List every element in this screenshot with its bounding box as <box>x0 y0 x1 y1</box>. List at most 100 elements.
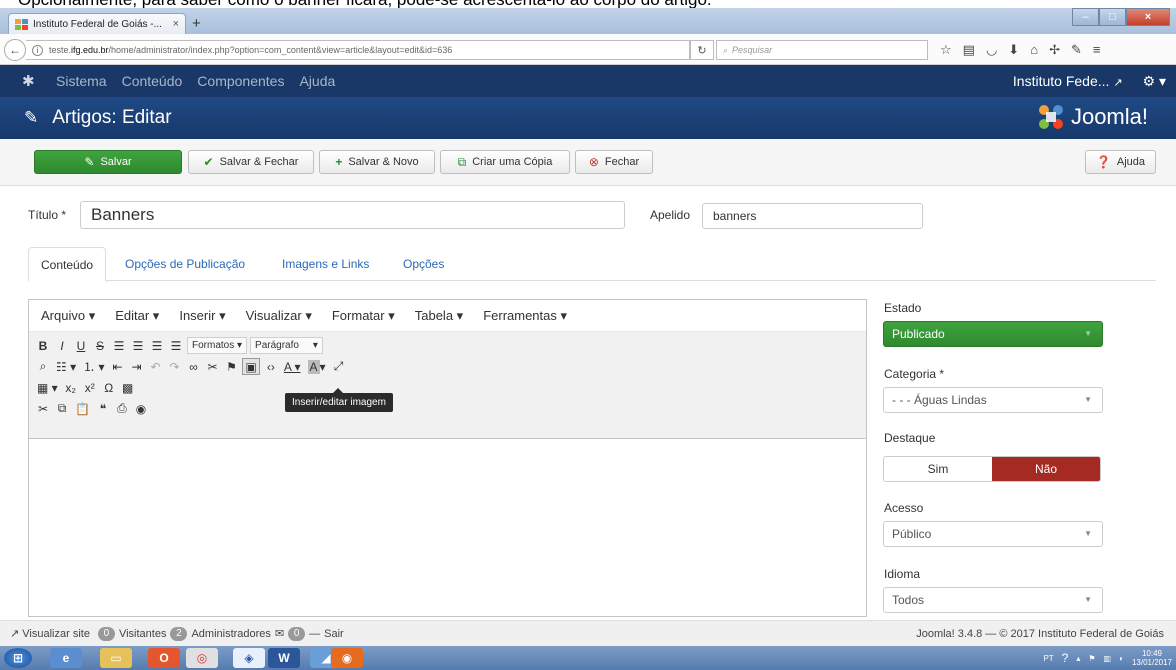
close-tab-icon[interactable]: × <box>173 18 179 30</box>
print-icon[interactable]: ⎙ <box>114 400 130 417</box>
editor-menu-editar[interactable]: Editar ▾ <box>115 308 159 324</box>
reading-list-icon[interactable]: ▤ <box>963 42 975 58</box>
browser-search-input[interactable]: ⌕ Pesquisar <box>716 40 928 60</box>
tab-conteudo[interactable]: Conteúdo <box>28 247 107 282</box>
align-right-icon[interactable]: ☰ <box>149 337 165 354</box>
address-bar[interactable]: i teste. ifg.edu.br/home/administrator/in… <box>26 40 690 60</box>
fullscreen-icon[interactable]: ⤢ <box>331 358 347 375</box>
joomla-menu-logo-icon[interactable]: ✱ <box>22 72 38 90</box>
home-icon[interactable]: ⌂ <box>1030 42 1038 58</box>
browser-tab[interactable]: Instituto Federal de Goiás -... × <box>8 13 186 34</box>
save-new-button[interactable]: + Salvar & Novo <box>319 150 435 174</box>
explorer-icon[interactable]: ▭ <box>100 648 132 668</box>
anchor-icon[interactable]: ⚑ <box>223 358 239 375</box>
language-select[interactable]: Todos ▼ <box>883 587 1103 613</box>
new-tab-button[interactable]: + <box>192 16 201 31</box>
logout-link[interactable]: Sair <box>324 628 344 640</box>
help-button[interactable]: ❓ Ajuda <box>1085 150 1156 174</box>
text-color-icon[interactable]: A ▾ <box>282 358 303 375</box>
editor-content-area[interactable] <box>29 439 866 615</box>
firefox-icon[interactable]: ◉ <box>331 648 363 668</box>
preview-icon[interactable]: ◉ <box>133 400 149 417</box>
code-icon[interactable]: ‹› <box>263 358 279 375</box>
status-select[interactable]: Publicado ▼ <box>883 321 1103 347</box>
language-indicator[interactable]: PT <box>1043 654 1053 663</box>
numbered-list-icon[interactable]: ⒈ ▾ <box>81 358 106 375</box>
bold-icon[interactable]: B <box>35 337 51 354</box>
tab-opcoes[interactable]: Opções <box>391 247 456 281</box>
featured-no-button[interactable]: Não <box>992 457 1100 481</box>
menu-item-ajuda[interactable]: Ajuda <box>299 73 335 89</box>
align-center-icon[interactable]: ☰ <box>130 337 146 354</box>
tab-imagens-links[interactable]: Imagens e Links <box>270 247 381 281</box>
editor-menu-formatar[interactable]: Formatar ▾ <box>332 308 395 324</box>
user-gear-icon[interactable]: ⚙ ▾ <box>1143 73 1166 90</box>
table-icon[interactable]: ▦ ▾ <box>35 379 60 396</box>
alias-input[interactable]: banners <box>702 203 923 229</box>
formats-dropdown[interactable]: Formatos ▾ <box>187 337 248 354</box>
access-select[interactable]: Público ▼ <box>883 521 1103 547</box>
volume-icon[interactable]: ◐ <box>1119 654 1124 663</box>
word-icon[interactable]: W <box>268 648 300 668</box>
tab-opcoes-publicacao[interactable]: Opções de Publicação <box>113 247 257 281</box>
pocket-icon[interactable]: ◡ <box>986 42 997 58</box>
strikethrough-icon[interactable]: S <box>92 337 108 354</box>
tray-arrow-icon[interactable]: ▴ <box>1076 654 1080 663</box>
back-button[interactable]: ← <box>4 39 26 61</box>
reload-button[interactable]: ↻ <box>690 40 714 60</box>
copy-doc-icon[interactable]: ⧉ <box>54 400 70 417</box>
superscript-icon[interactable]: x² <box>82 379 98 396</box>
title-input[interactable]: Banners <box>80 201 625 229</box>
office-icon[interactable]: O <box>148 648 180 668</box>
network-app-icon[interactable]: ◈ <box>233 648 265 668</box>
editor-menu-ferramentas[interactable]: Ferramentas ▾ <box>483 308 567 324</box>
paragraph-dropdown[interactable]: Parágrafo ▾ <box>250 337 323 354</box>
featured-yes-button[interactable]: Sim <box>884 457 992 481</box>
link-icon[interactable]: ∞ <box>185 358 201 375</box>
image-icon[interactable]: ▣ <box>242 358 260 375</box>
view-site-link[interactable]: ↗ Visualizar site <box>10 627 90 640</box>
menu-item-sistema[interactable]: Sistema <box>56 73 107 89</box>
minimize-button[interactable]: – <box>1072 8 1099 26</box>
undo-icon[interactable]: ↶ <box>147 358 163 375</box>
clock[interactable]: 10:49 13/01/2017 <box>1132 649 1172 667</box>
cut-icon[interactable]: ✂ <box>35 400 51 417</box>
find-replace-icon[interactable]: ⌕ <box>35 358 51 375</box>
editor-menu-arquivo[interactable]: Arquivo ▾ <box>41 308 95 324</box>
save-close-button[interactable]: ✔ Salvar & Fechar <box>188 150 314 174</box>
menu-item-conteudo[interactable]: Conteúdo <box>122 73 183 89</box>
editor-menu-inserir[interactable]: Inserir ▾ <box>179 308 225 324</box>
italic-icon[interactable]: I <box>54 337 70 354</box>
align-justify-icon[interactable]: ☰ <box>168 337 184 354</box>
category-select[interactable]: - - - Águas Lindas ▼ <box>883 387 1103 413</box>
tools-icon[interactable]: ✎ <box>1071 42 1082 58</box>
site-link[interactable]: Instituto Fede... ↗ <box>1013 73 1123 89</box>
media-icon[interactable]: ▩ <box>120 379 136 396</box>
window-close-button[interactable]: × <box>1126 8 1170 26</box>
help-tray-icon[interactable]: ? <box>1062 651 1069 665</box>
extension-icon[interactable]: ✢ <box>1049 42 1060 58</box>
background-color-icon[interactable]: A ▾ <box>306 358 328 375</box>
editor-menu-visualizar[interactable]: Visualizar ▾ <box>246 308 312 324</box>
flag-icon[interactable]: ⚑ <box>1088 654 1095 663</box>
unlink-icon[interactable]: ✂ <box>204 358 220 375</box>
subscript-icon[interactable]: x₂ <box>63 379 79 396</box>
redo-icon[interactable]: ↷ <box>166 358 182 375</box>
ie-icon[interactable]: e <box>50 648 82 668</box>
editor-menu-tabela[interactable]: Tabela ▾ <box>415 308 463 324</box>
close-button[interactable]: ⊗ Fechar <box>575 150 653 174</box>
start-button[interactable]: ⊞ <box>4 648 32 668</box>
envelope-icon[interactable]: ✉ <box>275 627 284 640</box>
paste-icon[interactable]: 📋 <box>73 400 92 417</box>
download-icon[interactable]: ⬇ <box>1008 42 1019 58</box>
outdent-icon[interactable]: ⇤ <box>109 358 125 375</box>
bullet-list-icon[interactable]: ☷ ▾ <box>54 358 78 375</box>
align-left-icon[interactable]: ☰ <box>111 337 127 354</box>
blockquote-icon[interactable]: ❝ <box>95 400 111 417</box>
maximize-button[interactable]: □ <box>1099 8 1126 26</box>
underline-icon[interactable]: U <box>73 337 89 354</box>
copy-button[interactable]: ⧉ Criar uma Cópia <box>440 150 570 174</box>
hamburger-menu-icon[interactable]: ≡ <box>1093 42 1101 58</box>
chrome-icon[interactable]: ◎ <box>186 648 218 668</box>
save-button[interactable]: ✎ Salvar <box>34 150 182 174</box>
